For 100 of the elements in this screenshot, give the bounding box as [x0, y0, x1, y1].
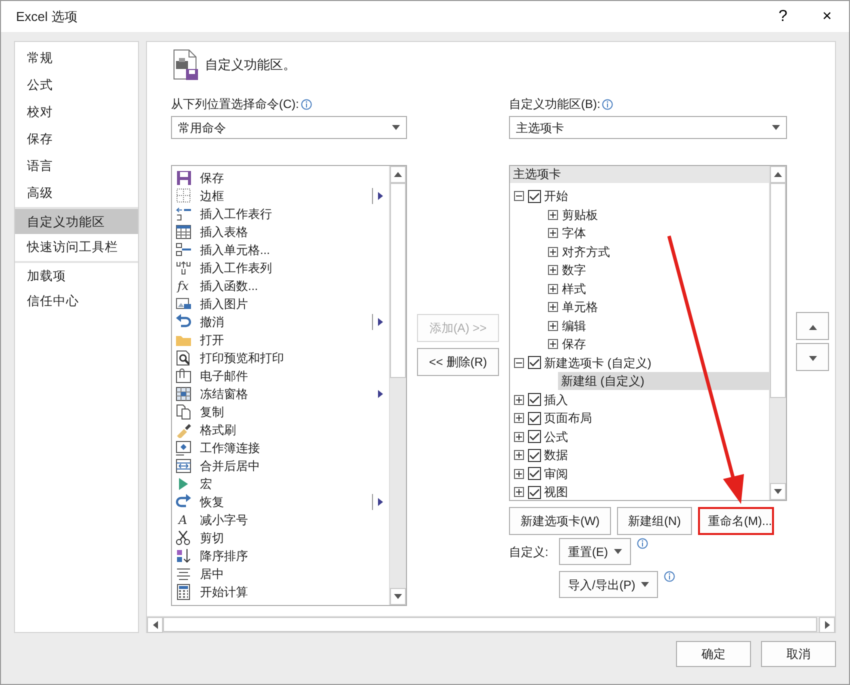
- tree-item[interactable]: 样式: [562, 280, 586, 298]
- expand-icon[interactable]: [548, 210, 558, 220]
- list-item[interactable]: 恢复: [172, 493, 389, 511]
- reset-button[interactable]: 重置(E): [559, 538, 631, 565]
- list-item[interactable]: fx 插入函数...: [172, 277, 389, 295]
- list-item[interactable]: 边框: [172, 187, 389, 205]
- tree-item[interactable]: 开始: [544, 187, 568, 206]
- expand-icon[interactable]: [514, 487, 524, 498]
- sidebar-item[interactable]: 校对: [15, 99, 138, 126]
- list-item[interactable]: 合并后居中: [172, 457, 389, 475]
- list-item[interactable]: 保存: [172, 169, 389, 187]
- expand-icon[interactable]: [548, 302, 558, 312]
- list-item[interactable]: 宏: [172, 475, 389, 493]
- list-item[interactable]: 复制: [172, 403, 389, 421]
- ribbon-button[interactable]: 新建组(N): [617, 507, 692, 535]
- tree-item[interactable]: 新建组 (自定义): [558, 372, 769, 390]
- checkbox[interactable]: [528, 467, 541, 480]
- scroll-right-button[interactable]: [819, 617, 835, 633]
- tree-item[interactable]: 数字: [562, 261, 586, 280]
- scroll-down-button[interactable]: [770, 483, 786, 500]
- expand-icon[interactable]: [514, 413, 524, 424]
- checkbox[interactable]: [528, 393, 541, 406]
- import-export-button[interactable]: 导入/导出(P): [559, 571, 658, 598]
- tree-item[interactable]: 插入: [544, 390, 568, 409]
- expand-icon[interactable]: [548, 284, 558, 294]
- sidebar-item[interactable]: 常规: [15, 45, 138, 72]
- commands-dropdown[interactable]: 常用命令: [171, 116, 407, 139]
- transfer-button[interactable]: << 删除(R): [417, 348, 499, 376]
- vertical-scrollbar[interactable]: [389, 166, 406, 605]
- list-item[interactable]: A 减小字号: [172, 511, 389, 529]
- move-up-button[interactable]: [796, 312, 829, 340]
- expand-icon[interactable]: [548, 246, 558, 257]
- scroll-thumb[interactable]: [770, 183, 786, 398]
- expand-icon[interactable]: [514, 468, 524, 479]
- sidebar-item[interactable]: 快速访问工具栏: [15, 234, 138, 261]
- list-item[interactable]: 降序排序: [172, 547, 389, 565]
- tree-item[interactable]: 数据: [544, 446, 568, 464]
- tree-item[interactable]: 剪贴板: [562, 206, 598, 224]
- sidebar-item[interactable]: 公式: [15, 72, 138, 99]
- tree-item[interactable]: 视图: [544, 483, 568, 500]
- tree-item[interactable]: 页面布局: [544, 409, 592, 428]
- sidebar-item[interactable]: 信任中心: [15, 288, 138, 315]
- tree-item[interactable]: 审阅: [544, 464, 568, 483]
- checkbox[interactable]: [528, 412, 541, 425]
- help-button[interactable]: ?: [761, 4, 805, 28]
- ribbon-button[interactable]: 新建选项卡(W): [509, 507, 611, 535]
- list-item[interactable]: 撤消: [172, 313, 389, 331]
- sidebar-item[interactable]: 保存: [15, 126, 138, 153]
- sidebar-item[interactable]: 自定义功能区: [15, 207, 138, 234]
- tree-item[interactable]: 保存: [562, 335, 586, 354]
- tree-item[interactable]: 编辑: [562, 316, 586, 335]
- ribbon-button[interactable]: 重命名(M)...: [698, 507, 774, 535]
- move-down-button[interactable]: [796, 343, 829, 371]
- list-item[interactable]: 工作簿连接: [172, 439, 389, 457]
- scroll-thumb[interactable]: [390, 183, 406, 378]
- vertical-scrollbar[interactable]: [769, 166, 786, 500]
- expand-icon[interactable]: [514, 450, 524, 460]
- sidebar-item[interactable]: 语言: [15, 153, 138, 180]
- expand-icon[interactable]: [548, 320, 558, 331]
- expand-icon[interactable]: [548, 265, 558, 276]
- tree-item[interactable]: 单元格: [562, 298, 598, 316]
- scroll-down-button[interactable]: [390, 588, 406, 605]
- expand-icon[interactable]: [548, 339, 558, 350]
- expand-icon[interactable]: [548, 228, 558, 238]
- dialog-button[interactable]: 取消: [761, 641, 836, 667]
- list-item[interactable]: 插入工作表行: [172, 205, 389, 223]
- ribbon-dropdown[interactable]: 主选项卡: [509, 116, 787, 139]
- dialog-button[interactable]: 确定: [676, 641, 751, 667]
- list-item[interactable]: 打印预览和打印: [172, 349, 389, 367]
- checkbox[interactable]: [528, 486, 541, 499]
- list-item[interactable]: 打开: [172, 331, 389, 349]
- list-item[interactable]: 插入工作表列: [172, 259, 389, 277]
- scroll-up-button[interactable]: [390, 166, 406, 183]
- list-item[interactable]: 剪切: [172, 529, 389, 547]
- list-item[interactable]: 冻结窗格: [172, 385, 389, 403]
- list-item[interactable]: 插入表格: [172, 223, 389, 241]
- list-item[interactable]: 居中: [172, 565, 389, 583]
- tree-item[interactable]: 新建选项卡 (自定义): [544, 354, 652, 372]
- list-item[interactable]: 开始计算: [172, 583, 389, 601]
- expand-icon[interactable]: [514, 394, 524, 405]
- glyph-icon: A: [174, 512, 192, 528]
- collapse-icon[interactable]: [514, 358, 524, 368]
- list-item[interactable]: 插入单元格...: [172, 241, 389, 259]
- checkbox[interactable]: [528, 356, 541, 370]
- checkbox[interactable]: [528, 190, 541, 203]
- checkbox[interactable]: [528, 448, 541, 462]
- close-button[interactable]: ×: [805, 4, 849, 28]
- tree-item[interactable]: 对齐方式: [562, 242, 610, 261]
- sidebar-item[interactable]: 高级: [15, 180, 138, 207]
- list-item[interactable]: 格式刷: [172, 421, 389, 439]
- scroll-up-button[interactable]: [770, 166, 786, 183]
- list-item[interactable]: 电子邮件: [172, 367, 389, 385]
- sidebar-item[interactable]: 加载项: [15, 261, 138, 288]
- expand-icon[interactable]: [514, 432, 524, 442]
- collapse-icon[interactable]: [514, 191, 524, 202]
- checkbox[interactable]: [528, 430, 541, 444]
- list-item[interactable]: 插入图片: [172, 295, 389, 313]
- scroll-left-button[interactable]: [147, 617, 163, 633]
- tree-item[interactable]: 字体: [562, 224, 586, 242]
- tree-item[interactable]: 公式: [544, 428, 568, 446]
